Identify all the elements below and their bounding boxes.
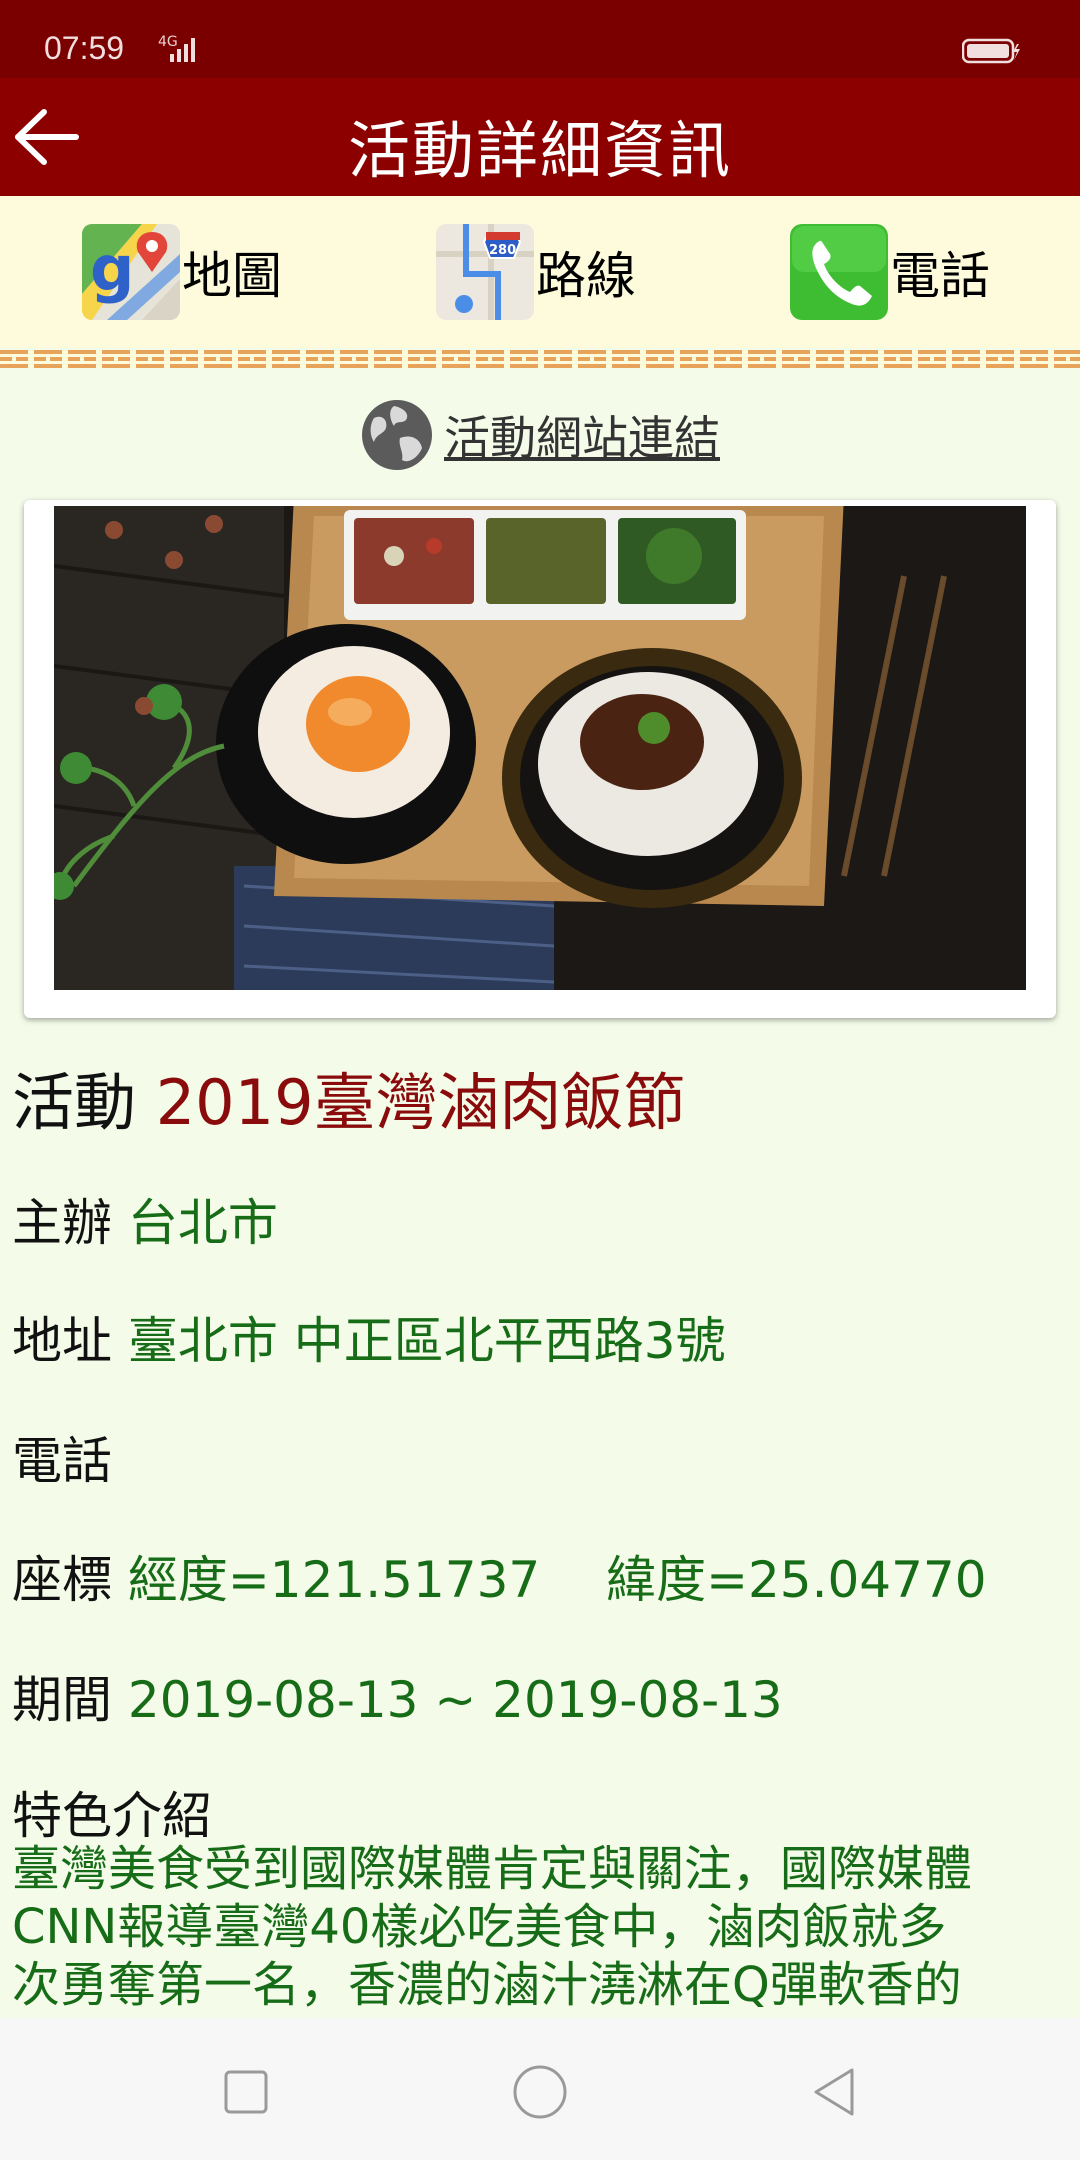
- description-text: 臺灣美食受到國際媒體肯定與關注，國際媒體 CNN報導臺灣40樣必吃美食中，滷肉飯…: [12, 1840, 1074, 2014]
- map-button[interactable]: g 地圖: [82, 224, 282, 320]
- coordinates-key: 座標: [12, 1551, 112, 1609]
- map-label: 地圖: [182, 247, 282, 305]
- system-nav-bar: [0, 2018, 1080, 2160]
- organizer-value: 台北市: [127, 1194, 278, 1252]
- globe-icon: [362, 400, 432, 470]
- description-key: 特色介紹: [12, 1787, 212, 1845]
- event-photo: [54, 506, 1026, 990]
- description-line: CNN報導臺灣40樣必吃美食中，滷肉飯就多: [12, 1899, 947, 1955]
- phone-row: 電話: [12, 1421, 112, 1493]
- phone-button[interactable]: 電話: [790, 224, 990, 320]
- decorative-divider: [0, 350, 1080, 368]
- action-bar: g 地圖 280 路線 電話: [0, 196, 1080, 348]
- coordinates-row: 座標 經度=121.51737 緯度=25.04770: [12, 1540, 987, 1612]
- organizer-key: 主辦: [12, 1194, 112, 1252]
- signal-icon: [170, 38, 195, 62]
- app-header: 活動詳細資訊: [0, 78, 1080, 196]
- description-key-row: 特色介紹: [12, 1776, 212, 1848]
- route-map-icon: 280: [436, 224, 534, 320]
- phone-icon: [790, 224, 888, 320]
- event-title-row: 活動 2019臺灣滷肉飯節: [12, 1052, 686, 1142]
- phone-key: 電話: [12, 1432, 112, 1490]
- event-title-value: 2019臺灣滷肉飯節: [155, 1066, 686, 1139]
- google-maps-icon: g: [82, 224, 180, 320]
- route-label: 路線: [536, 247, 636, 305]
- description-line: 臺灣美食受到國際媒體肯定與關注，國際媒體: [12, 1841, 973, 1897]
- address-key: 地址: [12, 1312, 112, 1370]
- period-value: 2019-08-13 ~ 2019-08-13: [127, 1671, 783, 1729]
- event-photo-card: [24, 500, 1056, 1018]
- period-row: 期間 2019-08-13 ~ 2019-08-13: [12, 1660, 783, 1732]
- description-line: 次勇奪第一名，香濃的滷汁澆淋在Q彈軟香的: [12, 1957, 962, 2013]
- period-key: 期間: [12, 1671, 112, 1729]
- organizer-row: 主辦 台北市: [12, 1183, 278, 1255]
- address-row: 地址 臺北市 中正區北平西路3號: [12, 1301, 726, 1373]
- back-nav-icon[interactable]: [804, 2062, 864, 2122]
- address-value: 臺北市 中正區北平西路3號: [127, 1312, 726, 1370]
- svg-text:g: g: [90, 232, 134, 305]
- website-link-label: 活動網站連結: [444, 411, 720, 465]
- coordinates-value: 經度=121.51737 緯度=25.04770: [127, 1551, 987, 1609]
- recent-apps-icon[interactable]: [216, 2062, 276, 2122]
- route-button[interactable]: 280 路線: [436, 224, 636, 320]
- svg-text:280: 280: [489, 243, 516, 258]
- status-time: 07:59: [44, 30, 125, 66]
- home-icon[interactable]: [510, 2062, 570, 2122]
- status-bar: 07:59 4G: [0, 0, 1080, 78]
- phone-label: 電話: [890, 247, 990, 305]
- website-link[interactable]: 活動網站連結: [0, 370, 1080, 500]
- event-title-key: 活動: [12, 1066, 137, 1139]
- page-title: 活動詳細資訊: [347, 114, 732, 187]
- battery-icon: [962, 38, 1020, 64]
